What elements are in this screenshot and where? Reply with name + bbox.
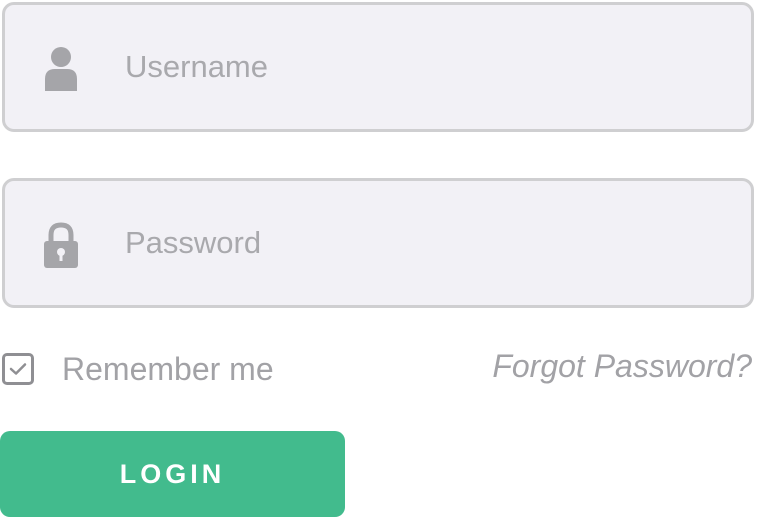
- login-button[interactable]: LOGIN: [0, 431, 345, 517]
- remember-me-label: Remember me: [62, 350, 274, 387]
- forgot-password-link[interactable]: Forgot Password?: [492, 348, 752, 385]
- lock-icon: [39, 221, 83, 269]
- password-field[interactable]: [2, 178, 754, 308]
- username-input[interactable]: [125, 5, 725, 129]
- remember-me-option[interactable]: Remember me: [2, 350, 274, 388]
- username-field[interactable]: [2, 2, 754, 132]
- user-icon: [39, 45, 83, 93]
- checkmark-icon: [9, 363, 27, 375]
- remember-me-checkbox[interactable]: [2, 353, 34, 385]
- password-input[interactable]: [125, 181, 725, 305]
